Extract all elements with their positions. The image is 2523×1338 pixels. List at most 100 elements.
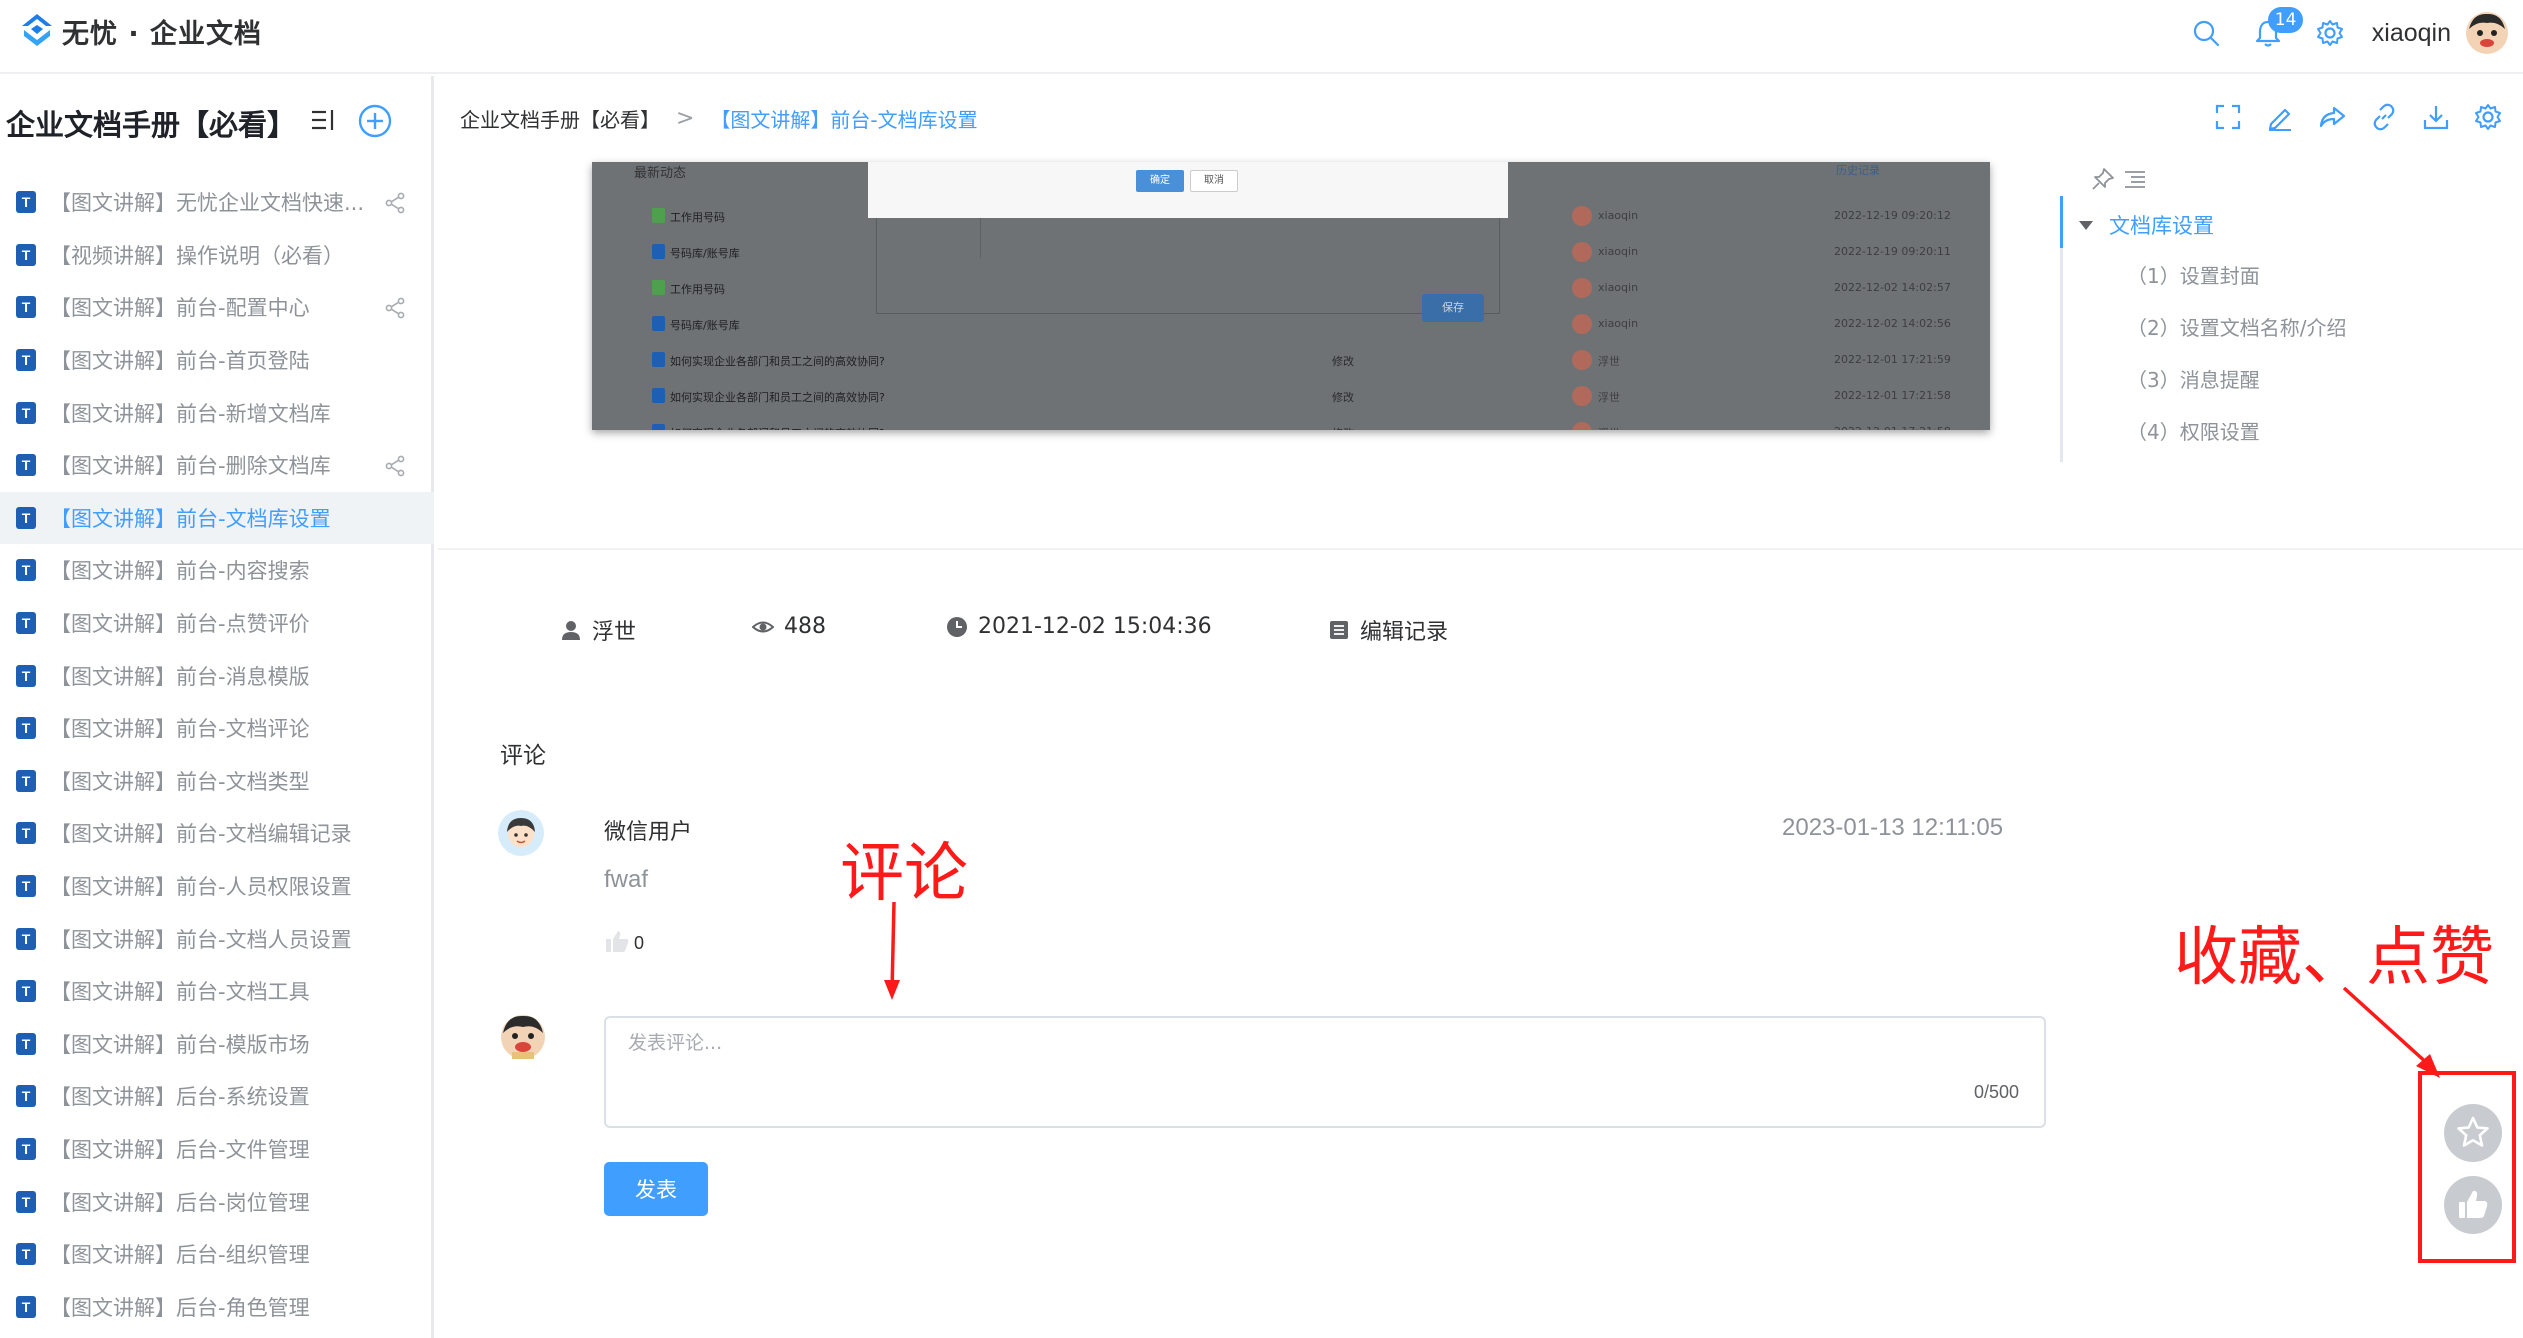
breadcrumb-parent[interactable]: 企业文档手册【必看】 [460, 104, 660, 133]
meta-views: 488 [752, 614, 826, 639]
sidebar-doc-item[interactable]: T 【图文讲解】前台-文档类型 [0, 755, 434, 808]
sidebar-doc-item[interactable]: T 【图文讲解】前台-配置中心 [0, 281, 434, 334]
sidebar-doc-item[interactable]: T 【图文讲解】前台-消息模版 [0, 649, 434, 702]
submit-comment-button[interactable]: 发表 [604, 1162, 708, 1216]
notifications-button[interactable]: 14 [2248, 7, 2304, 53]
download-icon [2423, 106, 2449, 130]
sidebar-doc-label: 【图文讲解】后台-系统设置 [50, 1085, 310, 1110]
doc-type-icon: T [16, 769, 36, 792]
file-icon [652, 316, 665, 331]
author-name: 浮世 [592, 620, 637, 645]
toc-item-active[interactable]: 文档库设置 [2079, 210, 2214, 240]
add-doc-icon[interactable] [358, 104, 392, 138]
pin-icon[interactable] [2090, 166, 2116, 192]
top-bar: 无忧 · 企业文档 14 xiaoqin [0, 0, 2523, 74]
user-avatar[interactable] [2465, 11, 2509, 55]
shot-row-edit: 修改 [1332, 391, 1354, 404]
sidebar-doc-item[interactable]: T 【图文讲解】后台-角色管理 [0, 1280, 434, 1333]
share-icon[interactable] [384, 297, 406, 319]
sidebar-doc-item[interactable]: T 【图文讲解】后台-系统设置 [0, 1070, 434, 1123]
username[interactable]: xiaoqin [2372, 19, 2451, 48]
sidebar-doc-label: 【图文讲解】后台-文件管理 [50, 1137, 310, 1162]
avatar [1572, 206, 1592, 226]
pencil-icon [2268, 108, 2291, 131]
doc-type-icon: T [16, 1190, 36, 1213]
doc-type-icon: T [16, 1295, 36, 1318]
annotation-fav-like-label: 收藏、点赞 [2174, 921, 2494, 995]
sidebar-doc-item[interactable]: T 【图文讲解】前台-文档库设置 [0, 491, 434, 545]
settings-button[interactable] [2310, 13, 2350, 53]
sidebar-doc-item[interactable]: T 【图文讲解】前台-文档人员设置 [0, 912, 434, 965]
edit-history-label: 编辑记录 [1360, 620, 1449, 645]
shot-row-name: 工作用号码 [670, 283, 725, 296]
toc-active-bar [2060, 196, 2063, 248]
sidebar-doc-item[interactable]: T 【图文讲解】前台-文档工具 [0, 965, 434, 1018]
shot-row-name: 如何实现企业各部门和员工之间的高效协同? [670, 425, 885, 430]
download-button[interactable] [2421, 102, 2451, 132]
sidebar-doc-item[interactable]: T 【图文讲解】前台-点赞评价 [0, 597, 434, 650]
copy-link-button[interactable] [2369, 102, 2399, 132]
meta-date: 2021-12-02 15:04:36 [946, 614, 1212, 639]
shot-row: 如何实现企业各部门和员工之间的高效协同? 修改 浮世 2022-12-01 17:21… [652, 414, 1972, 430]
app-logo[interactable]: 无忧 · 企业文档 [16, 10, 262, 52]
avatar [1572, 242, 1592, 262]
toc-list-icon[interactable] [2122, 166, 2148, 192]
sidebar-doc-item[interactable]: T 【图文讲解】前台-文档编辑记录 [0, 807, 434, 860]
sidebar-doc-item[interactable]: T 【图文讲解】前台-文档评论 [0, 702, 434, 755]
file-icon [652, 208, 665, 223]
sidebar-doc-item[interactable]: T 【视频讲解】操作说明（必看） [0, 229, 434, 282]
sidebar-doc-label: 【图文讲解】后台-组织管理 [50, 1243, 310, 1268]
sidebar-doc-label: 【图文讲解】无忧企业文档快速... [50, 191, 365, 216]
share-icon[interactable] [384, 192, 406, 214]
shot-row: 号码库/账号库 xiaoqin 2022-12-19 09:20:11 [652, 234, 1972, 270]
sidebar-doc-label: 【图文讲解】前台-新增文档库 [50, 401, 331, 426]
sidebar-doc-item[interactable]: T 【图文讲解】前台-首页登陆 [0, 334, 434, 387]
breadcrumb-current: 【图文讲解】前台-文档库设置 [710, 108, 978, 132]
search-button[interactable] [2186, 13, 2226, 53]
sidebar-header: 企业文档手册【必看】 [0, 76, 434, 166]
shot-row-user: xiaoqin [1598, 245, 1639, 258]
sidebar-doc-item[interactable]: T 【图文讲解】前台-新增文档库 [0, 386, 434, 439]
sidebar-doc-item[interactable]: T 【图文讲解】前台-内容搜索 [0, 544, 434, 597]
doc-type-icon: T [16, 1137, 36, 1160]
doc-type-icon: T [16, 559, 36, 582]
sidebar-doc-label: 【图文讲解】前台-首页登陆 [50, 349, 310, 374]
share-icon[interactable] [384, 455, 406, 477]
sidebar-doc-item[interactable]: T 【图文讲解】前台-模版市场 [0, 1018, 434, 1071]
sidebar-doc-label: 【图文讲解】前台-文档类型 [50, 769, 310, 794]
comment-input[interactable] [604, 1016, 2046, 1128]
doc-type-icon: T [16, 1085, 36, 1108]
edit-button[interactable] [2265, 102, 2295, 132]
doc-type-icon: T [16, 980, 36, 1003]
shot-row: 如何实现企业各部门和员工之间的高效协同? 修改 浮世 2022-12-01 17:21… [652, 342, 1972, 378]
sidebar-doc-item[interactable]: T 【图文讲解】前台-人员权限设置 [0, 860, 434, 913]
toc-item[interactable]: （4）权限设置 [2127, 416, 2260, 445]
share-button[interactable] [2317, 102, 2347, 132]
shot-row-user: xiaoqin [1598, 209, 1639, 222]
sidebar-doc-item[interactable]: T 【图文讲解】后台-岗位管理 [0, 1175, 434, 1228]
edit-history-link[interactable]: 编辑记录 [1328, 614, 1448, 646]
fullscreen-button[interactable] [2213, 102, 2243, 132]
comment-time: 2023-01-13 12:11:05 [1782, 814, 2004, 841]
caret-down-icon[interactable] [2079, 220, 2093, 230]
toc-item[interactable]: （2）设置文档名称/介绍 [2127, 312, 2346, 341]
sidebar-doc-item[interactable]: T 【图文讲解】后台-组织管理 [0, 1228, 434, 1281]
embedded-screenshot: 最新动态 历史记录 确定 取消 保存 工作用号码 xiaoqin 2022-12-1… [592, 162, 1990, 430]
doc-settings-button[interactable] [2473, 102, 2503, 132]
sidebar-doc-item[interactable]: T 【图文讲解】后台-文件管理 [0, 1123, 434, 1176]
like-button[interactable] [2444, 1176, 2502, 1234]
sidebar-doc-item[interactable]: T 【图文讲解】前台-删除文档库 [0, 439, 434, 492]
collapse-menu-icon[interactable] [310, 106, 338, 134]
shot-row-name: 号码库/账号库 [670, 247, 740, 260]
favorite-button[interactable] [2444, 1104, 2502, 1162]
sidebar-doc-label: 【图文讲解】前台-消息模版 [50, 664, 310, 689]
commenter-avatar [498, 810, 544, 856]
toc-item[interactable]: （3）消息提醒 [2127, 364, 2260, 393]
toc-item[interactable]: （1）设置封面 [2127, 260, 2260, 289]
comment-like-button[interactable]: 0 [604, 928, 644, 954]
sidebar-doc-item[interactable]: T 【图文讲解】无忧企业文档快速... [0, 176, 434, 229]
doc-list: T 【图文讲解】无忧企业文档快速... T 【视频讲解】操作说明（必看） T 【图文讲解】… [0, 176, 434, 1333]
shot-header-right: 历史记录 [1836, 164, 1880, 177]
shot-row-user: xiaoqin [1598, 281, 1639, 294]
sidebar-doc-label: 【图文讲解】前台-配置中心 [50, 296, 310, 321]
